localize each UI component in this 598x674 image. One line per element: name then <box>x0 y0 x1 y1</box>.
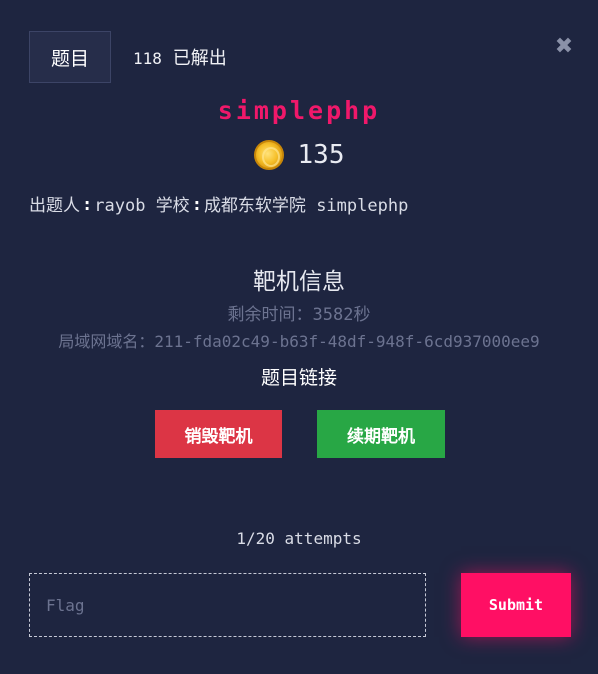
tab-challenge[interactable]: 题目 <box>29 31 111 83</box>
challenge-title: simplephp <box>217 96 381 125</box>
author-name: rayob <box>94 196 146 216</box>
author-label: 出题人 <box>29 196 80 216</box>
school-label: 学校 <box>155 196 190 216</box>
flag-input[interactable] <box>29 573 426 637</box>
author-separator: ∶ <box>82 196 93 216</box>
solved-label: 已解出 <box>172 48 227 69</box>
challenge-category: simplephp <box>316 196 409 216</box>
remaining-time: 剩余时间：3582秒 <box>0 300 598 325</box>
destroy-target-button[interactable]: 销毁靶机 <box>155 410 282 458</box>
school-separator: ∶ <box>191 196 202 216</box>
target-section-title: 靶机信息 <box>253 269 345 295</box>
coin-icon <box>253 140 284 170</box>
renew-target-button[interactable]: 续期靶机 <box>317 410 445 458</box>
solved-info: 118 已解出 <box>133 44 227 70</box>
challenge-meta: 出题人 ∶ rayob 学校 ∶ 成都东软学院 simplephp <box>29 191 408 216</box>
domain-value: 211-fda02c49-b63f-48df-948f-6cd937000ee9 <box>154 332 540 351</box>
domain-label: 局域网域名： <box>58 332 155 351</box>
school-name: 成都东软学院 <box>203 196 306 216</box>
solved-count: 118 <box>133 49 162 68</box>
submit-button[interactable]: Submit <box>461 573 571 637</box>
points-value: 135 <box>297 140 345 170</box>
lan-domain: 局域网域名：211-fda02c49-b63f-48df-948f-6cd937… <box>0 328 598 352</box>
challenge-link[interactable]: 题目链接 <box>0 363 598 390</box>
remaining-label: 剩余时间： <box>227 305 313 325</box>
remaining-value: 3582秒 <box>312 305 371 325</box>
close-icon[interactable]: ✖ <box>553 36 575 58</box>
challenge-points: 135 <box>0 140 598 170</box>
challenge-modal: 题目 118 已解出 ✖ simplephp 135 出题人 ∶ rayob 学校 ∶… <box>0 0 598 674</box>
attempts-counter: 1/20 attempts <box>236 529 362 548</box>
